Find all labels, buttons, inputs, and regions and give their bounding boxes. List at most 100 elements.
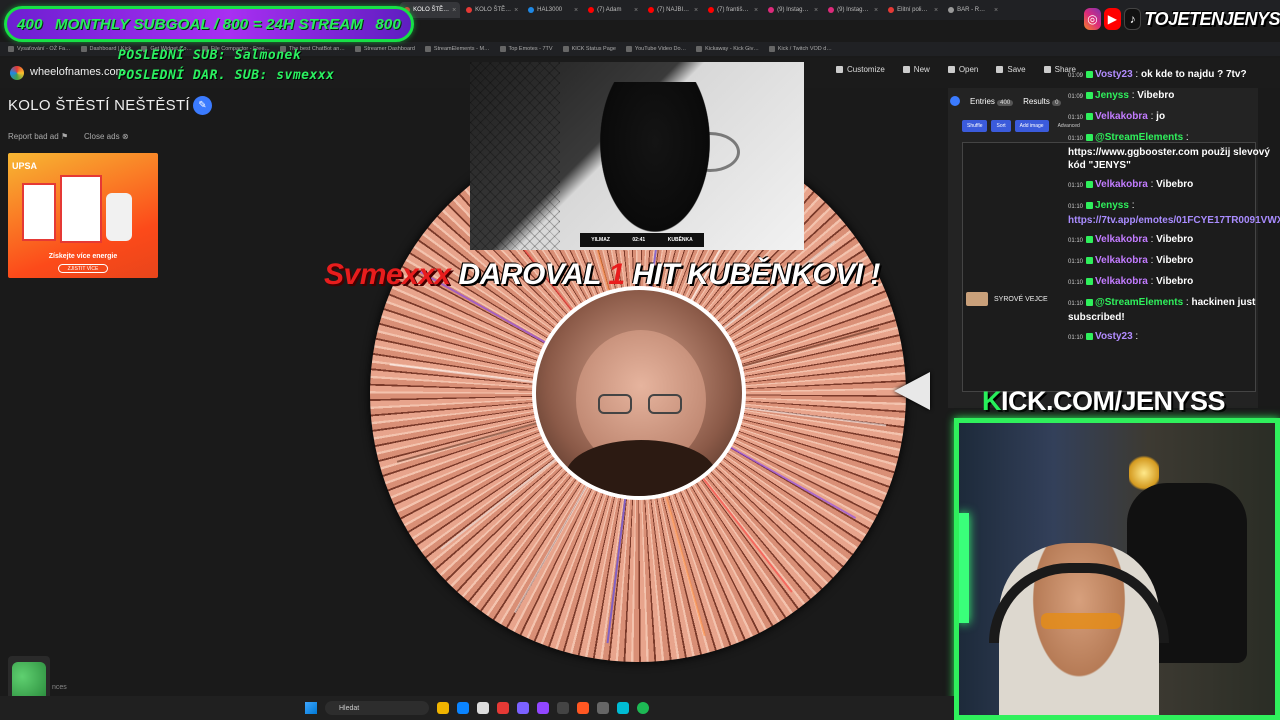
- close-tab-icon[interactable]: ×: [994, 7, 998, 14]
- chat-time: 01:10: [1068, 301, 1084, 307]
- close-ads-link[interactable]: Close ads ⊗: [84, 132, 129, 141]
- bookmark-icon: [562, 46, 569, 52]
- donation-alert: Svmexxx DAROVAL 1 HIT KUBĚNKOVI !: [324, 258, 880, 292]
- site-logo-icon[interactable]: [10, 66, 24, 80]
- bookmark-item[interactable]: Streamer Dashboard: [354, 46, 415, 52]
- fight-scoreboard: YILMAZ 02:41 KUBĚNKA: [580, 233, 704, 247]
- taskbar: Hledat: [0, 696, 954, 720]
- chat-text: Vibebro: [1156, 234, 1194, 245]
- close-tab-icon[interactable]: ×: [452, 7, 456, 14]
- app-icon[interactable]: [537, 702, 549, 714]
- spotify-icon[interactable]: [637, 702, 649, 714]
- chat-text: Vibebro: [1156, 276, 1194, 287]
- tab-entries[interactable]: Entries 400: [970, 97, 1014, 106]
- fight-clock: 02:41: [632, 237, 646, 243]
- close-tab-icon[interactable]: ×: [514, 7, 518, 14]
- ad-brand: UPSA: [12, 161, 38, 171]
- bookmark-item[interactable]: StreamElements - M…: [424, 46, 490, 52]
- chat-overlay: 01:09 Vosty23 : ok kde to najdu ? 7tv? 01:…: [1068, 68, 1280, 351]
- bookmark-icon: [424, 46, 431, 52]
- discord-icon[interactable]: [517, 702, 529, 714]
- glasses-lens: [648, 394, 682, 414]
- entries-buttons: Shuffle Sort Add image Advanced: [962, 120, 1085, 132]
- bookmark-item[interactable]: YouTube Video Do…: [625, 46, 686, 52]
- store-icon[interactable]: [477, 702, 489, 714]
- chat-username: Vosty23: [1095, 69, 1133, 80]
- browser-tab[interactable]: HAL3000 ×: [524, 2, 582, 18]
- bookmark-item[interactable]: KICK Status Page: [562, 46, 616, 52]
- ad-cta-button[interactable]: ZJISTIT VÍCE: [58, 264, 108, 273]
- document-icon: [902, 66, 910, 73]
- favicon-icon: [948, 7, 955, 13]
- save-button[interactable]: Save: [996, 65, 1026, 74]
- taskbar-search[interactable]: Hledat: [325, 701, 429, 715]
- windows-start-icon[interactable]: [305, 702, 317, 714]
- close-tab-icon[interactable]: ×: [874, 7, 878, 14]
- browser-tab[interactable]: (7) NAJBI… ×: [644, 2, 702, 18]
- chat-username: Jenyss: [1095, 200, 1129, 211]
- chat-time: 01:10: [1068, 183, 1084, 189]
- tab-label: HAL3000: [537, 7, 563, 13]
- edit-title-button[interactable]: ✎: [193, 96, 212, 115]
- tab-label: KOLO ŠTĚ…: [413, 7, 450, 13]
- shuffle-button[interactable]: Shuffle: [962, 120, 988, 132]
- app-icon[interactable]: [617, 702, 629, 714]
- browser-tab[interactable]: Elitní poli… ×: [884, 2, 942, 18]
- instagram-icon: ◎: [1084, 8, 1101, 30]
- sort-button[interactable]: Sort: [991, 120, 1011, 132]
- bookmark-item[interactable]: Vysaťování - OŽ Fa…: [8, 46, 71, 52]
- chat-text: ok kde to najdu ? 7tv?: [1140, 69, 1247, 80]
- browser-tab[interactable]: KOLO ŠTĚ… ×: [462, 2, 522, 18]
- chat-message: 01:10 @StreamElements : hackinen just sub…: [1068, 297, 1256, 323]
- badge-icon: [1086, 70, 1094, 78]
- browser-tab[interactable]: (7) Adam ×: [584, 2, 642, 18]
- pencil-icon: ✎: [198, 100, 207, 111]
- new-button[interactable]: New: [902, 65, 930, 74]
- chat-username: @StreamElements: [1095, 132, 1184, 143]
- chat-time: 01:10: [1068, 335, 1084, 341]
- close-tab-icon[interactable]: ×: [694, 7, 698, 14]
- collapse-icon[interactable]: [950, 96, 960, 106]
- browser-tab[interactable]: (9) Instag… ×: [764, 2, 822, 18]
- close-tab-icon[interactable]: ×: [634, 7, 638, 14]
- browser-tab[interactable]: (7) františ… ×: [704, 2, 762, 18]
- folder-icon: [947, 66, 955, 73]
- app-icon[interactable]: [557, 702, 569, 714]
- close-tab-icon[interactable]: ×: [934, 7, 938, 14]
- last-sub-text: POSLEDNÍ SUB: Salmonek: [118, 48, 302, 63]
- tab-results[interactable]: Results 0: [1023, 97, 1062, 106]
- favicon-icon: [588, 7, 595, 13]
- wheel-center-image[interactable]: [532, 286, 746, 500]
- chat-message: 01:10 Velkakobra : Vibebro: [1068, 255, 1194, 266]
- file-explorer-icon[interactable]: [437, 702, 449, 714]
- fighter-left-name: YILMAZ: [591, 237, 610, 243]
- close-tab-icon[interactable]: ×: [814, 7, 818, 14]
- chrome-icon[interactable]: [497, 702, 509, 714]
- customize-button[interactable]: Customize: [836, 65, 885, 74]
- chat-text: https://7tv.app/emotes/01FCYE17TR0091VWX…: [1068, 215, 1280, 226]
- browser-tab[interactable]: BAR - R… ×: [944, 2, 1002, 18]
- toolbar-actions: Customize New Open Save Share: [836, 65, 1076, 74]
- chat-username: Velkakobra: [1095, 276, 1148, 287]
- bookmark-item[interactable]: Kickaway - Kick Giv…: [696, 46, 759, 52]
- chat-username: Vosty23: [1095, 331, 1133, 342]
- add-image-button[interactable]: Add image: [1014, 120, 1049, 132]
- report-bad-ad-link[interactable]: Report bad ad ⚑: [8, 132, 68, 141]
- bookmark-item[interactable]: Kick / Twitch VOD d…: [768, 46, 832, 52]
- cage-fence: [470, 62, 560, 250]
- settings-icon[interactable]: [597, 702, 609, 714]
- fighter-right-name: KUBĚNKA: [667, 237, 693, 243]
- chat-time: 01:10: [1068, 115, 1084, 121]
- open-button[interactable]: Open: [947, 65, 978, 74]
- close-tab-icon[interactable]: ×: [754, 7, 758, 14]
- bookmark-item[interactable]: Top Emotes - 7TV: [499, 46, 553, 52]
- favicon-icon: [648, 7, 655, 13]
- browser-icon[interactable]: [577, 702, 589, 714]
- close-tab-icon[interactable]: ×: [574, 7, 578, 14]
- subgoal-bar: 400 MONTHLY SUBGOAL / 800 = 24H STREAM 8…: [4, 6, 414, 42]
- browser-tab[interactable]: (9) Instag… ×: [824, 2, 882, 18]
- edge-icon[interactable]: [457, 702, 469, 714]
- site-name[interactable]: wheelofnames.com: [30, 66, 125, 78]
- tab-label: (7) NAJBI…: [657, 7, 690, 13]
- advertisement[interactable]: UPSA Získejte více energie ZJISTIT VÍCE: [8, 153, 158, 278]
